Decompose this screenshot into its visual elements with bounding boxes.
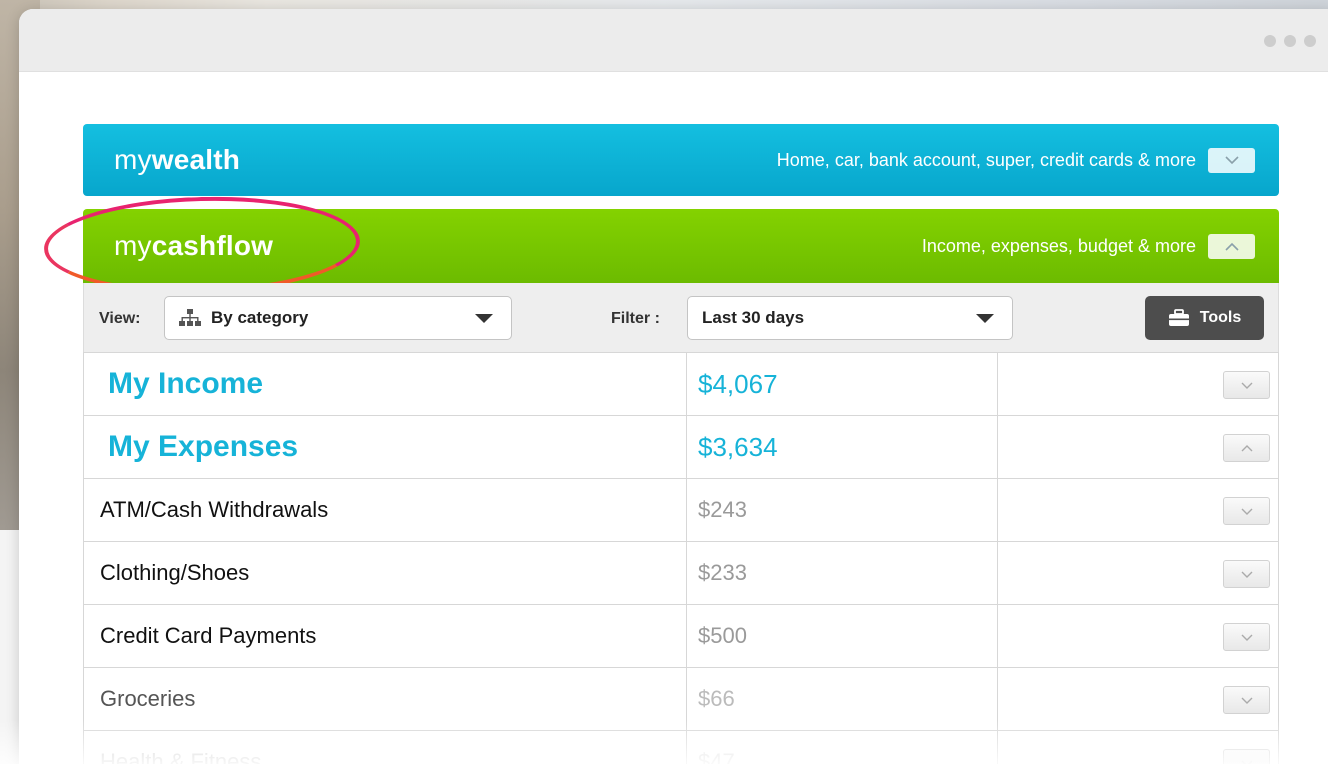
chevron-up-icon bbox=[1241, 444, 1252, 451]
chevron-down-icon bbox=[1241, 634, 1252, 641]
filter-select-value: Last 30 days bbox=[702, 308, 805, 327]
category-amount: $233 bbox=[687, 542, 998, 604]
category-amount: $66 bbox=[687, 668, 998, 730]
view-label: View: bbox=[99, 310, 141, 327]
tools-button-label: Tools bbox=[1199, 309, 1242, 326]
view-select-value: By category bbox=[211, 308, 309, 327]
window-dot-icon[interactable] bbox=[1304, 35, 1316, 47]
view-select[interactable]: By category bbox=[164, 296, 512, 340]
chevron-down-icon bbox=[1241, 508, 1252, 515]
window-dot-icon[interactable] bbox=[1264, 35, 1276, 47]
row-actions bbox=[998, 542, 1278, 604]
income-label: My Income bbox=[84, 353, 687, 415]
mycashflow-logo-name: cashflow bbox=[151, 230, 274, 261]
mywealth-logo-name: wealth bbox=[151, 144, 241, 175]
filter-label: Filter : bbox=[611, 310, 660, 327]
row-expand-button[interactable] bbox=[1223, 497, 1270, 525]
row-expand-button[interactable] bbox=[1223, 686, 1270, 714]
mycashflow-summary: Income, expenses, budget & more bbox=[921, 233, 1255, 259]
row-expand-button[interactable] bbox=[1223, 623, 1270, 651]
table-row[interactable]: Clothing/Shoes $233 bbox=[84, 541, 1278, 604]
window-controls bbox=[1264, 35, 1316, 47]
expenses-amount: $3,634 bbox=[687, 416, 998, 478]
mycashflow-logo: mycashflow bbox=[114, 230, 273, 262]
chevron-down-icon bbox=[1241, 382, 1252, 389]
chevron-down-icon bbox=[1241, 760, 1252, 764]
mywealth-banner[interactable]: mywealth Home, car, bank account, super,… bbox=[83, 124, 1279, 196]
table-row[interactable]: ATM/Cash Withdrawals $243 bbox=[84, 478, 1278, 541]
category-label: Health & Fitness bbox=[84, 731, 687, 764]
table-row[interactable]: Credit Card Payments $500 bbox=[84, 604, 1278, 667]
row-expand-button[interactable] bbox=[1223, 560, 1270, 588]
expenses-actions bbox=[998, 416, 1278, 478]
expenses-row[interactable]: My Expenses $3,634 bbox=[84, 415, 1278, 478]
category-label: ATM/Cash Withdrawals bbox=[84, 479, 687, 541]
income-actions bbox=[998, 353, 1278, 415]
income-expand-button[interactable] bbox=[1223, 371, 1270, 399]
category-amount: $243 bbox=[687, 479, 998, 541]
mycashflow-description: Income, expenses, budget & more bbox=[921, 235, 1196, 256]
tools-button[interactable]: Tools bbox=[1145, 296, 1264, 340]
mywealth-description: Home, car, bank account, super, credit c… bbox=[776, 149, 1196, 170]
row-actions bbox=[998, 479, 1278, 541]
cashflow-toolbar: View: By category Filter : Last 30 days bbox=[83, 283, 1279, 352]
mycashflow-logo-prefix: my bbox=[114, 230, 152, 261]
row-expand-button[interactable] bbox=[1223, 749, 1270, 764]
income-amount: $4,067 bbox=[687, 353, 998, 415]
table-row[interactable]: Groceries $66 bbox=[84, 667, 1278, 730]
income-row[interactable]: My Income $4,067 bbox=[84, 352, 1278, 415]
chevron-down-icon bbox=[1224, 155, 1239, 164]
expenses-label: My Expenses bbox=[84, 416, 687, 478]
chevron-up-icon bbox=[1224, 242, 1239, 251]
app-window: mywealth Home, car, bank account, super,… bbox=[19, 9, 1328, 764]
chevron-down-icon bbox=[1241, 697, 1252, 704]
hierarchy-icon bbox=[179, 309, 201, 326]
mywealth-summary: Home, car, bank account, super, credit c… bbox=[776, 147, 1255, 173]
expenses-collapse-button[interactable] bbox=[1223, 434, 1270, 462]
mywealth-logo: mywealth bbox=[114, 144, 240, 176]
mywealth-expand-button[interactable] bbox=[1208, 147, 1255, 173]
row-actions bbox=[998, 605, 1278, 667]
category-label: Credit Card Payments bbox=[84, 605, 687, 667]
category-label: Groceries bbox=[84, 668, 687, 730]
cashflow-table: My Income $4,067 My Expenses $3,634 ATM/… bbox=[83, 352, 1279, 764]
chevron-down-icon bbox=[1241, 571, 1252, 578]
category-label: Clothing/Shoes bbox=[84, 542, 687, 604]
dropdown-caret-icon bbox=[976, 314, 994, 323]
table-row[interactable]: Health & Fitness $47 bbox=[84, 730, 1278, 764]
filter-select[interactable]: Last 30 days bbox=[687, 296, 1013, 340]
dropdown-caret-icon bbox=[475, 314, 493, 323]
toolbox-icon bbox=[1168, 309, 1189, 326]
category-amount: $47 bbox=[687, 731, 998, 764]
row-actions bbox=[998, 731, 1278, 764]
mycashflow-collapse-button[interactable] bbox=[1208, 233, 1255, 259]
category-amount: $500 bbox=[687, 605, 998, 667]
mycashflow-banner[interactable]: mycashflow Income, expenses, budget & mo… bbox=[83, 209, 1279, 283]
row-actions bbox=[998, 668, 1278, 730]
window-titlebar bbox=[19, 9, 1328, 72]
mywealth-logo-prefix: my bbox=[114, 144, 152, 175]
window-dot-icon[interactable] bbox=[1284, 35, 1296, 47]
